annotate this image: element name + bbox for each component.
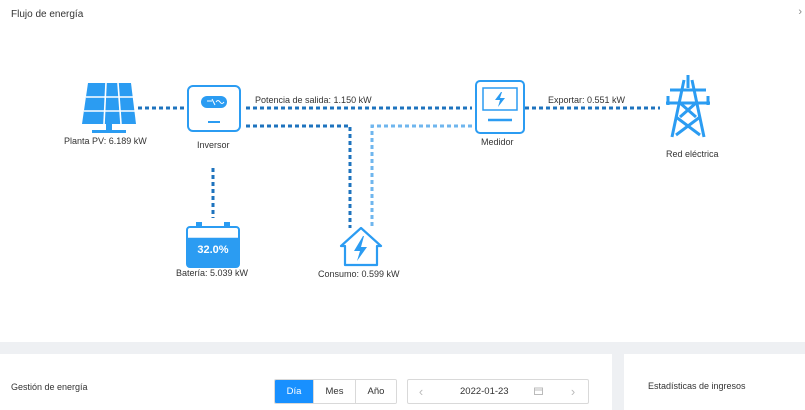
- battery-percent: 32.0%: [197, 244, 229, 256]
- calendar-icon: [534, 387, 543, 395]
- tab-year[interactable]: Año: [356, 380, 396, 403]
- date-picker[interactable]: ‹ 2022-01-23 ›: [407, 379, 589, 404]
- consumption-label: Consumo: 0.599 kW: [318, 269, 400, 279]
- inverter-to-consumption-line: [246, 124, 352, 228]
- chevron-left-icon[interactable]: ‹: [410, 380, 432, 403]
- meter-label: Medidor: [481, 137, 514, 147]
- transmission-tower-icon: [666, 75, 710, 138]
- solar-panel-icon: [82, 82, 136, 133]
- battery-label: Batería: 5.039 kW: [176, 268, 249, 278]
- pv-plant-label: Planta PV: 6.189 kW: [64, 136, 147, 146]
- tab-month[interactable]: Mes: [314, 380, 356, 403]
- inverter-label: Inversor: [197, 140, 230, 150]
- date-value: 2022-01-23: [460, 386, 509, 397]
- period-selector: Día Mes Año: [274, 379, 397, 404]
- house-consumption-icon: [339, 226, 383, 267]
- energy-management-title: Gestión de energía: [11, 382, 88, 392]
- energy-flow-panel: Flujo de energía › Planta PV: 6.189 kW I…: [0, 0, 805, 342]
- income-statistics-panel: Estadísticas de ingresos: [624, 354, 805, 410]
- inverter-icon: [187, 85, 241, 132]
- export-label: Exportar: 0.551 kW: [548, 95, 626, 105]
- meter-to-consumption-line: [370, 124, 472, 228]
- grid-label: Red eléctrica: [666, 149, 719, 159]
- output-power-label: Potencia de salida: 1.150 kW: [255, 95, 372, 105]
- tab-day[interactable]: Día: [275, 380, 314, 403]
- energy-flow-diagram: [82, 75, 710, 268]
- income-statistics-title: Estadísticas de ingresos: [648, 381, 746, 391]
- chevron-right-icon[interactable]: ›: [562, 380, 584, 403]
- meter-icon: [475, 80, 525, 134]
